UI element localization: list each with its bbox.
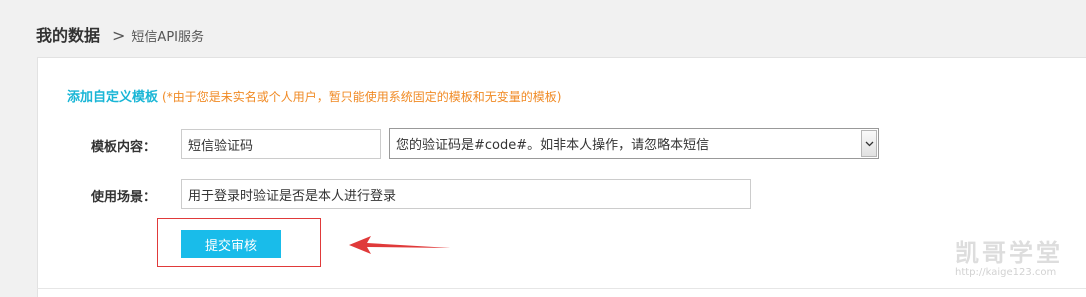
usage-scene-label: 使用场景：: [91, 190, 157, 205]
section-heading: 添加自定义模板 (*由于您是未实名或个人用户，暂只能使用系统固定的模板和无变量的模…: [67, 86, 561, 105]
dropdown-button[interactable]: [861, 130, 877, 157]
watermark: 凯哥学堂 http://kaige123.com: [955, 240, 1063, 280]
section-title: 添加自定义模板: [67, 90, 159, 105]
chevron-down-icon: [865, 141, 873, 146]
template-name-input[interactable]: [181, 129, 381, 159]
submit-review-button[interactable]: 提交审核: [181, 230, 281, 258]
template-content-select[interactable]: 您的验证码是#code#。如非本人操作，请忽略本短信: [389, 128, 879, 159]
template-content-selected-value: 您的验证码是#code#。如非本人操作，请忽略本短信: [396, 138, 710, 153]
section-note: (*由于您是未实名或个人用户，暂只能使用系统固定的模板和无变量的模板): [162, 90, 562, 104]
arrow-annotation-icon: [349, 236, 451, 254]
template-content-label: 模板内容：: [91, 140, 157, 155]
breadcrumb-current: 短信API服务: [131, 30, 204, 45]
breadcrumb-separator: >: [112, 26, 126, 45]
breadcrumb: 我的数据 > 短信API服务: [36, 22, 204, 46]
breadcrumb-root[interactable]: 我的数据: [36, 22, 100, 46]
usage-scene-input[interactable]: [181, 179, 751, 209]
page: 我的数据 > 短信API服务 添加自定义模板 (*由于您是未实名或个人用户，暂只能…: [0, 0, 1086, 297]
watermark-url: http://kaige123.com: [955, 267, 1057, 278]
watermark-title: 凯哥学堂: [955, 239, 1063, 267]
panel-divider: [37, 288, 1086, 289]
